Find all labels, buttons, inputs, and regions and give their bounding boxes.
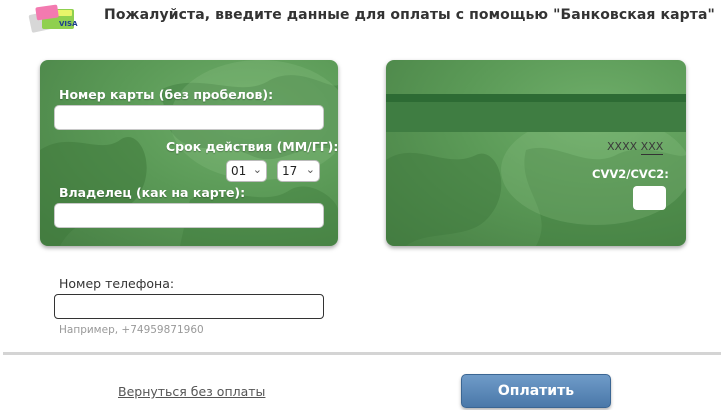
- expiry-month-select[interactable]: 01 ⌄: [226, 160, 267, 182]
- chevron-down-icon: ⌄: [252, 163, 262, 176]
- chevron-down-icon: ⌄: [305, 163, 315, 176]
- expiry-month-value: 01: [231, 164, 247, 178]
- card-number-mask: XXXX XXX: [607, 140, 664, 155]
- svg-text:VISA: VISA: [59, 20, 78, 28]
- card-number-input[interactable]: [54, 105, 324, 130]
- card-back-panel: XXXX XXX CVV2/CVC2:: [386, 60, 686, 246]
- back-without-payment-link[interactable]: Вернуться без оплаты: [118, 384, 265, 399]
- expiry-year-select[interactable]: 17 ⌄: [277, 160, 320, 182]
- mask-digits: XXXX: [607, 140, 638, 153]
- pay-button[interactable]: Оплатить: [461, 374, 611, 408]
- payment-cards-logo: VISA: [28, 4, 78, 34]
- phone-hint: Например, +74959871960: [59, 324, 204, 336]
- magnetic-stripe-top: [386, 94, 686, 102]
- magnetic-stripe: [386, 102, 686, 132]
- page-title: Пожалуйста, введите данные для оплаты с …: [104, 7, 715, 23]
- card-front-panel: Номер карты (без пробелов): Срок действи…: [40, 60, 338, 246]
- card-holder-input[interactable]: [54, 203, 324, 228]
- expiry-year-value: 17: [282, 164, 298, 178]
- cvv-input[interactable]: [633, 186, 666, 210]
- expiry-label: Срок действия (ММ/ГГ):: [166, 139, 338, 154]
- card-number-label: Номер карты (без пробелов):: [59, 87, 274, 102]
- phone-input[interactable]: [54, 294, 324, 319]
- card-holder-label: Владелец (как на карте):: [59, 185, 246, 200]
- cvv-label: CVV2/CVC2:: [592, 167, 669, 181]
- phone-label: Номер телефона:: [59, 276, 175, 291]
- divider: [3, 352, 721, 355]
- mask-cvv-digits: XXX: [640, 140, 664, 155]
